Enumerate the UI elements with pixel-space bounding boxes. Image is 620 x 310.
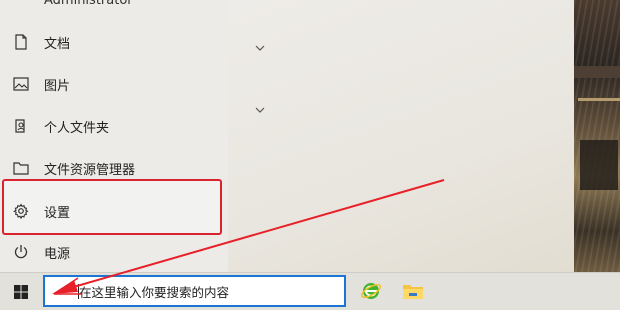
taskbar-search-input[interactable]: 在这里输入你要搜索的内容: [43, 275, 346, 307]
desktop-wallpaper: [574, 0, 620, 272]
user-folder-icon: [13, 118, 29, 134]
search-placeholder: 在这里输入你要搜索的内容: [79, 284, 230, 300]
user-name[interactable]: Administrator: [44, 0, 133, 8]
start-item-label: 图片: [44, 78, 71, 94]
file-explorer-icon[interactable]: [399, 277, 427, 305]
start-item-settings[interactable]: 设置: [0, 195, 228, 227]
picture-icon: [13, 76, 29, 92]
chevron-down-icon[interactable]: [255, 44, 265, 52]
document-icon: [13, 34, 29, 50]
power-icon: [13, 244, 29, 260]
start-item-user-folder[interactable]: 个人文件夹: [0, 110, 228, 142]
desktop: Administrator 文档 图片 个人文件夹 文件资源管理器 设置 电源: [0, 0, 620, 272]
start-item-label: 个人文件夹: [44, 120, 110, 136]
taskbar: 在这里输入你要搜索的内容: [0, 272, 620, 310]
start-button[interactable]: [0, 273, 42, 310]
start-item-pictures[interactable]: 图片: [0, 68, 228, 100]
start-item-power[interactable]: 电源: [0, 236, 228, 268]
chevron-down-icon[interactable]: [255, 106, 265, 114]
start-item-label: 设置: [44, 205, 71, 221]
gear-icon: [13, 203, 29, 219]
start-item-documents[interactable]: 文档: [0, 26, 228, 58]
windows-logo-icon: [14, 284, 28, 299]
internet-explorer-icon[interactable]: [357, 277, 385, 305]
folder-icon: [13, 160, 29, 176]
start-item-label: 文档: [44, 36, 71, 52]
start-menu-sidebar: Administrator 文档 图片 个人文件夹 文件资源管理器 设置 电源: [0, 0, 228, 272]
start-tiles-area: [228, 0, 574, 272]
start-item-label: 电源: [44, 246, 71, 262]
start-item-label: 文件资源管理器: [44, 162, 136, 178]
